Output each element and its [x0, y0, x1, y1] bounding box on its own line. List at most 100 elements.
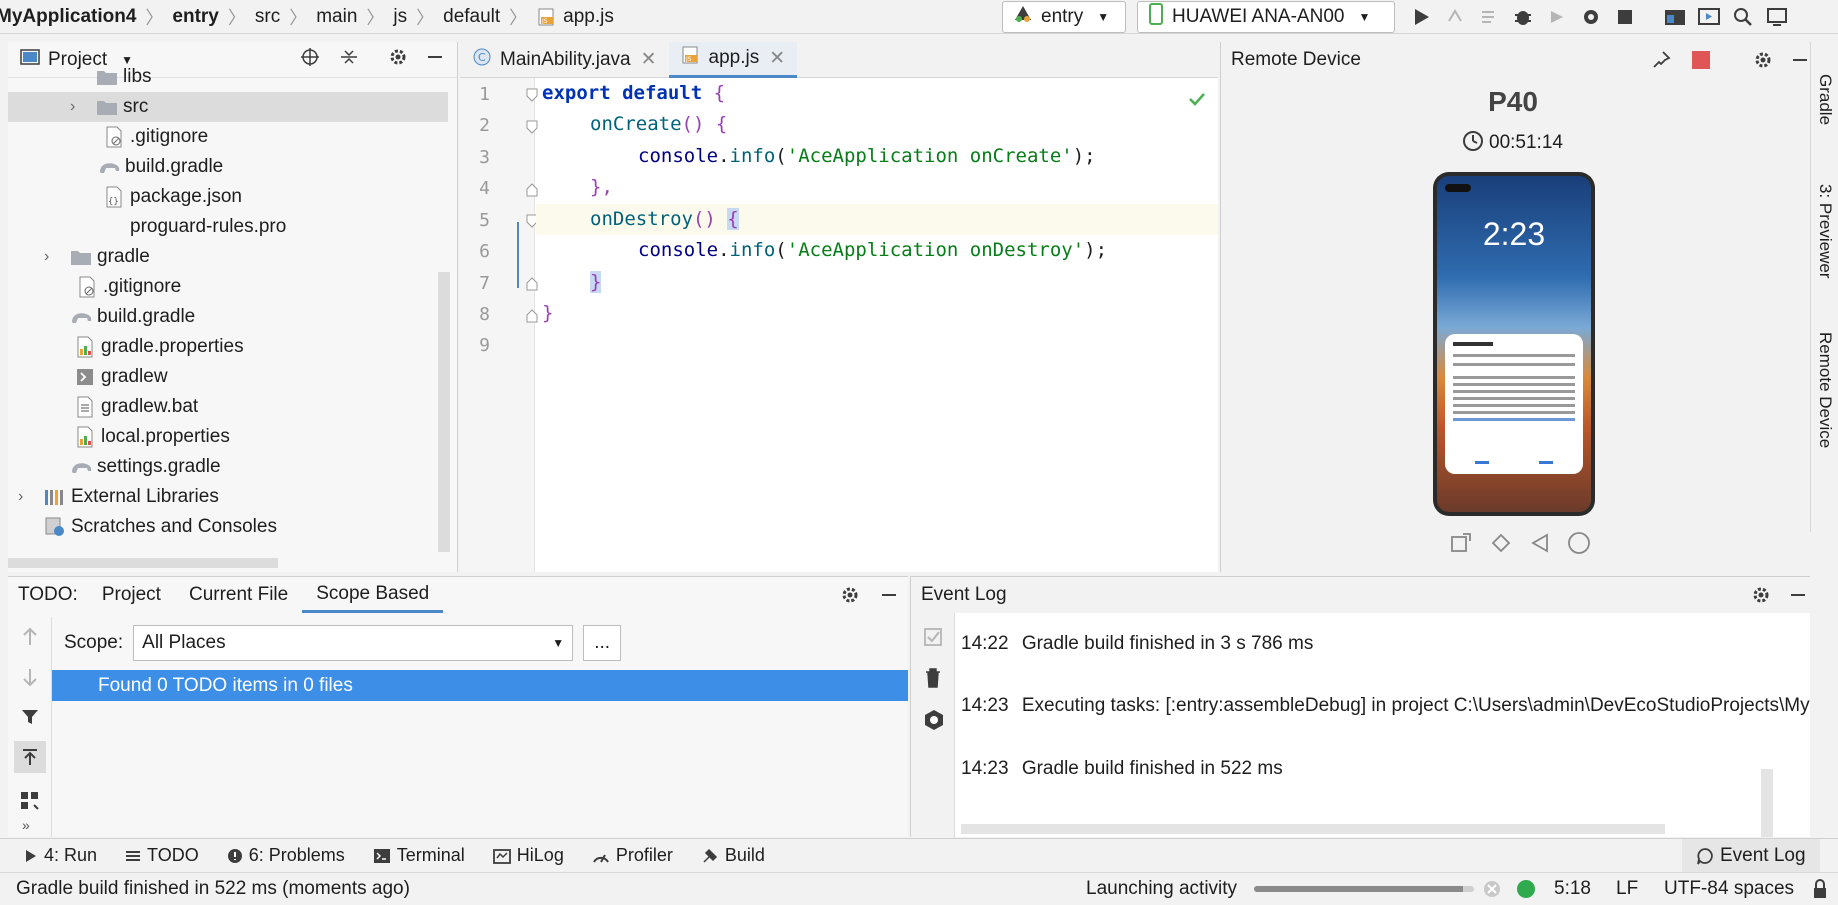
breadcrumb-module[interactable]: entry	[172, 6, 218, 28]
fold-icon[interactable]	[526, 86, 538, 108]
code-editor[interactable]: 1 2 3 4 5 6 7 8 9 export default { onCre…	[460, 78, 1218, 572]
home-icon[interactable]	[1567, 531, 1591, 561]
tab-app-js[interactable]: JS app.js ✕	[668, 41, 798, 78]
breadcrumb-default[interactable]: default	[443, 6, 500, 28]
fold-icon[interactable]	[526, 275, 538, 297]
chevron-right-icon[interactable]: ›	[44, 248, 60, 266]
run-config-select[interactable]: entry ▼	[1002, 1, 1126, 33]
tree-item[interactable]: {} package.json	[8, 182, 448, 212]
chevron-right-icon[interactable]: ›	[18, 488, 34, 506]
apply-code-changes-icon[interactable]	[1472, 2, 1506, 32]
device-select[interactable]: HUAWEI ANA-AN00 ▼	[1137, 1, 1395, 33]
gear-icon[interactable]	[1753, 50, 1773, 76]
tree-item[interactable]: libs	[8, 62, 448, 92]
breadcrumb-main[interactable]: main	[316, 6, 357, 28]
tool-hilog[interactable]: HiLog	[492, 845, 564, 866]
tree-item[interactable]: gradle.properties	[8, 332, 448, 362]
filter-icon[interactable]	[20, 707, 40, 733]
tab-mainability[interactable]: C MainAbility.java ✕	[460, 42, 669, 78]
settings-hex-icon[interactable]	[923, 709, 945, 737]
fold-icon[interactable]	[526, 307, 538, 329]
dialog-cancel-button[interactable]	[1475, 461, 1489, 464]
profile-icon[interactable]	[1574, 2, 1608, 32]
breadcrumb-file[interactable]: app.js	[563, 6, 614, 28]
file-encoding[interactable]: UTF-8	[1664, 878, 1718, 900]
gear-icon[interactable]	[1751, 585, 1771, 611]
todo-tab-project[interactable]: Project	[88, 577, 175, 613]
todo-tab-scope-based[interactable]: Scope Based	[302, 577, 444, 613]
project-scrollbar[interactable]	[438, 272, 450, 552]
todo-tab-current-file[interactable]: Current File	[175, 577, 302, 613]
project-horizontal-scrollbar[interactable]	[8, 558, 278, 568]
search-icon[interactable]	[1726, 2, 1760, 32]
tree-item[interactable]: .gitignore	[8, 122, 448, 152]
scope-select[interactable]: All Places ▼	[133, 625, 574, 661]
tool-run[interactable]: 4: Run	[24, 845, 97, 866]
trash-icon[interactable]	[923, 667, 943, 695]
breadcrumb-src[interactable]: src	[255, 6, 280, 28]
phone-frame[interactable]: 2:23	[1433, 172, 1595, 516]
tree-item[interactable]: Scratches and Consoles	[8, 512, 448, 542]
close-icon[interactable]: ✕	[641, 48, 657, 71]
tree-item[interactable]: build.gradle	[8, 302, 448, 332]
autoscroll-icon[interactable]	[14, 741, 46, 773]
more-icon[interactable]: »	[22, 817, 30, 833]
pin-icon[interactable]	[1651, 50, 1671, 76]
apply-changes-icon[interactable]	[1438, 2, 1472, 32]
side-tab-remote-device[interactable]: Remote Device	[1815, 332, 1835, 448]
phone-dialog[interactable]	[1445, 334, 1583, 474]
tool-profiler[interactable]: Profiler	[592, 845, 673, 866]
stop-icon[interactable]	[1608, 2, 1642, 32]
project-structure-icon[interactable]	[1658, 2, 1692, 32]
minimize-icon[interactable]	[1789, 585, 1807, 611]
mark-read-icon[interactable]	[923, 627, 943, 653]
side-tab-gradle[interactable]: Gradle	[1815, 74, 1835, 125]
back-icon[interactable]	[1529, 531, 1551, 561]
phone-screen[interactable]: 2:23	[1437, 176, 1591, 512]
attach-debugger-icon[interactable]	[1540, 2, 1574, 32]
tool-problems[interactable]: 6: Problems	[227, 845, 345, 866]
stop-icon[interactable]	[1691, 50, 1711, 76]
minimize-icon[interactable]	[1791, 50, 1809, 76]
tree-item[interactable]: build.gradle	[8, 152, 448, 182]
cancel-icon[interactable]	[1482, 879, 1502, 905]
close-icon[interactable]: ✕	[769, 47, 785, 70]
tree-item[interactable]: › src	[8, 92, 448, 122]
minimize-icon[interactable]	[880, 585, 898, 611]
tree-item[interactable]: gradlew	[8, 362, 448, 392]
arrow-down-icon[interactable]	[20, 667, 40, 693]
status-message[interactable]: Gradle build finished in 522 ms (moments…	[16, 878, 410, 900]
previewer-icon[interactable]	[1692, 2, 1726, 32]
run-icon[interactable]	[1404, 2, 1438, 32]
side-tab-previewer[interactable]: 3: Previewer	[1815, 184, 1835, 278]
fold-icon[interactable]	[526, 181, 538, 203]
chevron-right-icon[interactable]: ›	[70, 98, 86, 116]
tree-item[interactable]: gradlew.bat	[8, 392, 448, 422]
fold-icon[interactable]	[526, 118, 538, 140]
tree-item[interactable]: .gitignore	[8, 272, 448, 302]
dialog-agree-button[interactable]	[1539, 461, 1553, 464]
tree-item[interactable]: settings.gradle	[8, 452, 448, 482]
browse-scope-button[interactable]: ...	[583, 625, 622, 661]
status-indicator-icon[interactable]	[1516, 879, 1536, 905]
tool-todo[interactable]: TODO	[125, 845, 199, 866]
arrow-up-icon[interactable]	[20, 627, 40, 653]
todo-result-row[interactable]: Found 0 TODO items in 0 files	[52, 670, 908, 701]
line-separator[interactable]: LF	[1616, 878, 1638, 900]
breadcrumb-project[interactable]: MyApplication4	[0, 6, 136, 28]
tree-item[interactable]: › External Libraries	[8, 482, 448, 512]
lock-icon[interactable]	[1812, 879, 1828, 905]
tool-terminal[interactable]: Terminal	[373, 845, 465, 866]
screenshot-icon[interactable]	[1489, 531, 1513, 561]
group-by-icon[interactable]	[20, 791, 42, 817]
tree-item[interactable]: proguard-rules.pro	[8, 212, 448, 242]
event-log-scrollbar[interactable]	[1761, 769, 1773, 837]
breadcrumb-js[interactable]: js	[393, 6, 407, 28]
device-manager-icon[interactable]	[1760, 2, 1794, 32]
event-log-horizontal-scrollbar[interactable]	[961, 824, 1665, 834]
caret-position[interactable]: 5:18	[1554, 878, 1591, 900]
tool-event-log[interactable]: Event Log	[1682, 839, 1820, 872]
tree-item[interactable]: local.properties	[8, 422, 448, 452]
debug-icon[interactable]	[1506, 2, 1540, 32]
rotate-icon[interactable]	[1449, 531, 1473, 561]
